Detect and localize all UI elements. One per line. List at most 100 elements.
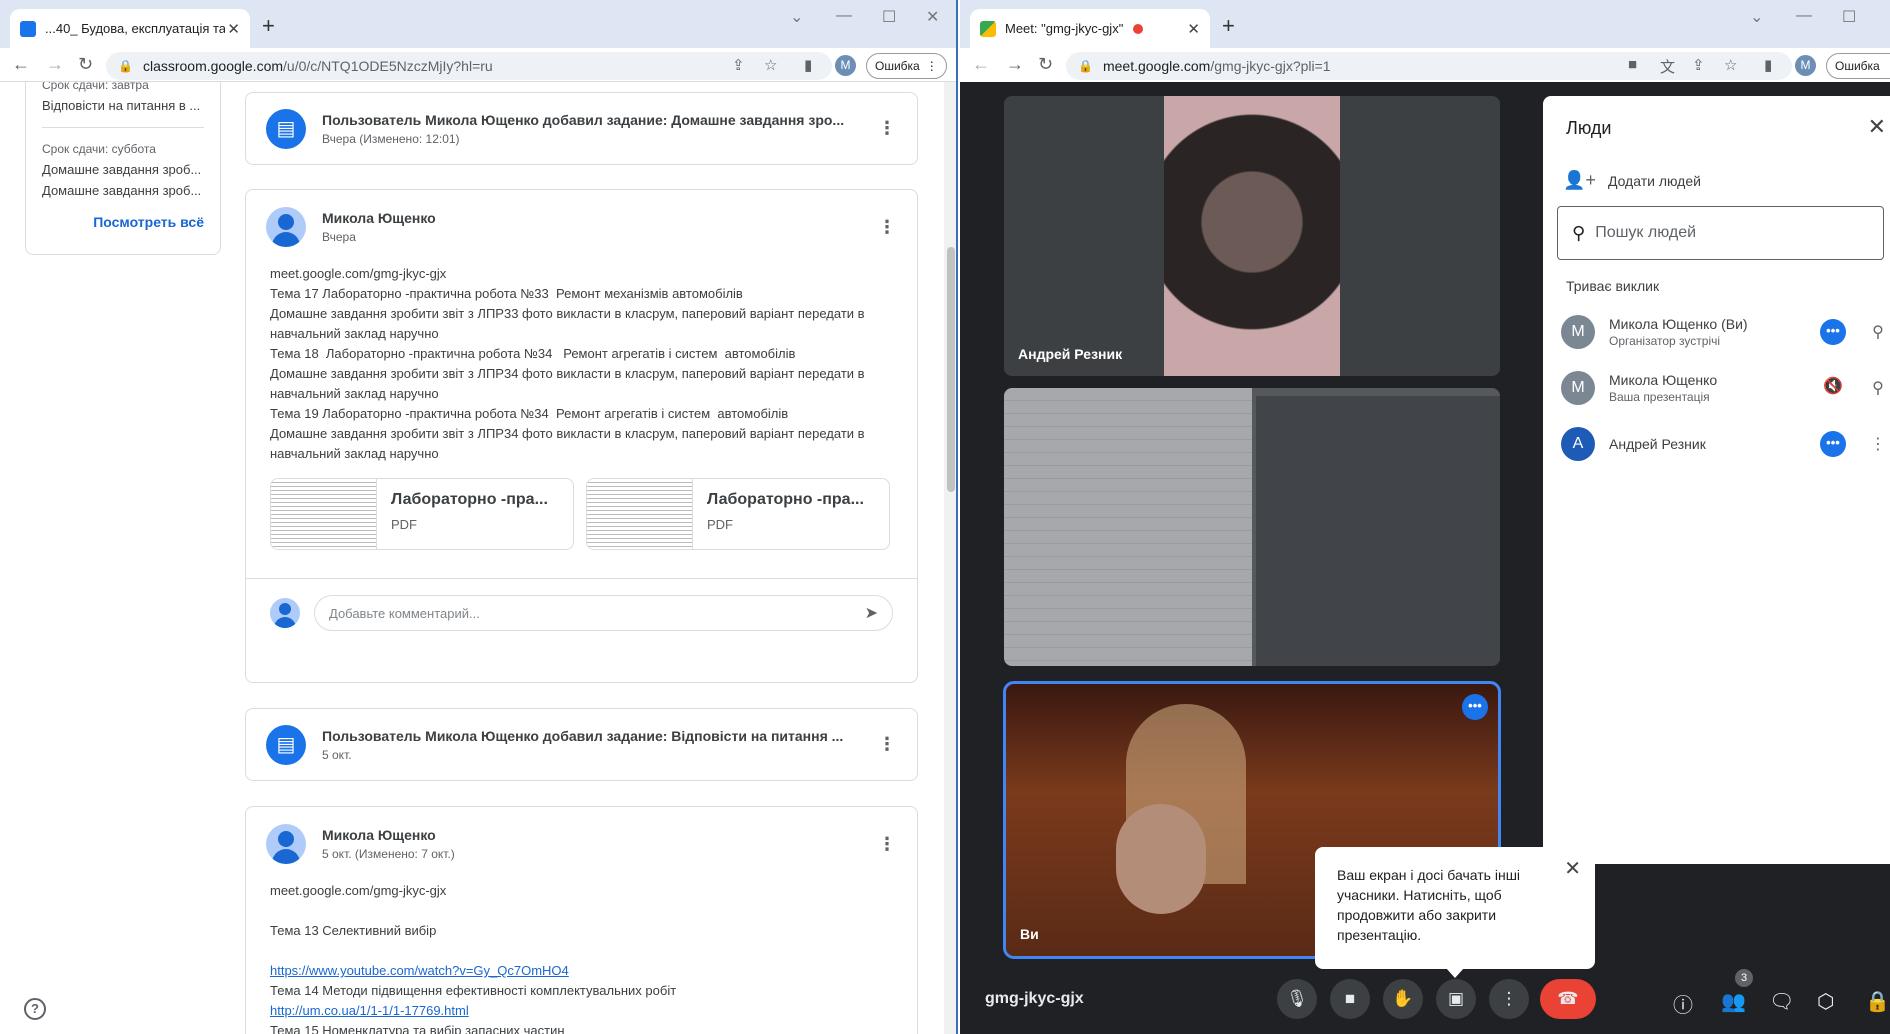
close-icon[interactable]: ✕: [1564, 859, 1581, 879]
minimize-icon[interactable]: —: [836, 7, 852, 25]
back-icon[interactable]: ←: [12, 54, 30, 75]
presentation-toast: Ваш екран і досі бачать інші учасники. Н…: [1315, 847, 1595, 978]
share-icon[interactable]: ⇪: [1692, 56, 1705, 74]
back-icon[interactable]: ←: [972, 54, 990, 75]
forward-icon[interactable]: →: [1006, 54, 1024, 75]
participant-row[interactable]: M Микола Ющенко (Ви) Організатор зустріч…: [1561, 310, 1890, 354]
tab-classroom[interactable]: ...40_ Будова, експлуатація та ре ✕: [10, 9, 250, 48]
search-placeholder: Пошук людей: [1595, 224, 1697, 241]
participant-row[interactable]: A Андрей Резник ••• ⋮: [1561, 422, 1890, 466]
more-options-icon[interactable]: ⋮: [877, 834, 897, 855]
tab-close-icon[interactable]: ✕: [227, 20, 240, 38]
maximize-icon[interactable]: ☐: [1842, 7, 1856, 27]
leave-call-button[interactable]: ☎: [1540, 979, 1596, 1019]
announcement-card: Микола Ющенко 5 окт. (Изменено: 7 окт.) …: [245, 806, 918, 1034]
post-line[interactable]: meet.google.com/gmg-jkyc-gjx: [270, 264, 893, 284]
tab-meet[interactable]: Meet: "gmg-jkyc-gjx" ✕: [970, 9, 1210, 48]
toast-message[interactable]: Ваш екран і досі бачать інші учасники. Н…: [1337, 865, 1557, 945]
chevron-down-icon[interactable]: ⌄: [790, 7, 803, 27]
new-tab-icon[interactable]: +: [1222, 13, 1235, 39]
close-window-icon[interactable]: ✕: [926, 7, 939, 27]
more-options-icon[interactable]: •••: [1462, 694, 1488, 720]
due-item[interactable]: Домашне завдання зроб...: [42, 183, 204, 198]
bookmark-star-icon[interactable]: ☆: [764, 56, 777, 74]
audio-activity-icon: •••: [1820, 431, 1846, 457]
youtube-link[interactable]: https://www.youtube.com/watch?v=Gy_Qc7Om…: [270, 963, 569, 978]
scrollbar-thumb[interactable]: [947, 247, 955, 492]
error-chip[interactable]: Ошибка ⋮: [866, 53, 947, 79]
due-item[interactable]: Відповісти на питання в ...: [42, 98, 204, 113]
more-options-icon[interactable]: ⋮: [877, 217, 897, 238]
maximize-icon[interactable]: ☐: [882, 7, 896, 27]
chevron-down-icon[interactable]: ⌄: [1750, 7, 1763, 27]
more-options-icon[interactable]: ⋮: [877, 734, 897, 755]
reload-icon[interactable]: ↻: [78, 54, 93, 75]
minimize-icon[interactable]: —: [1796, 7, 1812, 25]
pin-icon[interactable]: ⚲: [1866, 378, 1890, 398]
post-line[interactable]: meet.google.com/gmg-jkyc-gjx: [270, 881, 893, 901]
participant-avatar: M: [1561, 371, 1595, 405]
view-all-link[interactable]: Посмотреть всё: [42, 214, 204, 230]
host-controls-icon[interactable]: 🔒: [1865, 989, 1890, 1014]
add-people-label: Додати людей: [1607, 172, 1701, 189]
camera-icon[interactable]: ■: [1330, 979, 1370, 1019]
muted-icon[interactable]: 🔇: [1820, 375, 1846, 401]
pdf-attachment[interactable]: Лабораторно -пра... PDF: [270, 478, 574, 550]
due-label: Срок сдачи: суббота: [42, 142, 156, 156]
translate-icon[interactable]: 文: [1660, 56, 1675, 77]
scrollbar[interactable]: [944, 82, 956, 1034]
send-icon[interactable]: ➤: [865, 603, 878, 623]
side-panel-icon[interactable]: ▮: [804, 56, 812, 74]
camera-permission-icon[interactable]: ■: [1628, 56, 1637, 73]
chat-icon[interactable]: 🗨: [1769, 989, 1794, 1014]
due-item[interactable]: Домашне завдання зроб...: [42, 162, 204, 177]
participant-name: Микола Ющенко: [1609, 372, 1718, 388]
info-icon[interactable]: ⓘ: [1673, 989, 1693, 1018]
pdf-thumbnail: [587, 479, 693, 549]
assignment-icon: ▤: [266, 724, 306, 765]
new-tab-icon[interactable]: +: [262, 13, 275, 39]
error-chip[interactable]: Ошибка ⋮: [1826, 53, 1890, 79]
participant-name: Андрей Резник: [1609, 436, 1706, 452]
pin-icon[interactable]: ⚲: [1866, 322, 1890, 342]
microphone-icon[interactable]: 🎙: [1277, 979, 1317, 1019]
author-name: Микола Ющенко: [322, 210, 436, 226]
more-options-icon[interactable]: ⋮: [1866, 434, 1890, 454]
section-label: Триває виклик: [1566, 278, 1660, 294]
assignment-card[interactable]: ▤ Пользователь Микола Ющенко добавил зад…: [245, 92, 918, 165]
address-bar[interactable]: 🔒 classroom.google.com/u/0/c/NTQ1ODE5Nzc…: [106, 52, 832, 80]
tab-close-icon[interactable]: ✕: [1187, 20, 1200, 38]
share-icon[interactable]: ⇪: [732, 56, 745, 74]
side-panel-icon[interactable]: ▮: [1764, 56, 1772, 74]
people-icon[interactable]: 👥: [1721, 989, 1746, 1014]
forward-icon[interactable]: →: [46, 54, 64, 75]
bookmark-star-icon[interactable]: ☆: [1724, 56, 1737, 74]
more-options-icon[interactable]: ⋮: [1489, 979, 1529, 1019]
help-icon[interactable]: ?: [24, 998, 46, 1020]
more-options-icon[interactable]: ⋮: [877, 118, 897, 139]
close-icon[interactable]: ✕: [1868, 114, 1886, 140]
url-path: /u/0/c/NTQ1ODE5NzczMjIy?hl=ru: [283, 58, 493, 74]
pdf-attachment[interactable]: Лабораторно -пра... PDF: [586, 478, 890, 550]
card-date: 5 окт.: [322, 747, 352, 762]
add-people-button[interactable]: 👤+ Додати людей: [1563, 170, 1701, 191]
assignment-card[interactable]: ▤ Пользователь Микола Ющенко добавил зад…: [245, 708, 918, 781]
comment-row: Добавьте комментарий... ➤: [246, 578, 917, 647]
address-bar[interactable]: 🔒 meet.google.com/gmg-jkyc-gjx?pli=1: [1066, 52, 1792, 80]
tab-strip: Meet: "gmg-jkyc-gjx" ✕ + ⌄ — ☐: [960, 0, 1890, 48]
comment-input[interactable]: Добавьте комментарий... ➤: [314, 595, 893, 631]
participant-tile[interactable]: Андрей Резник: [1004, 96, 1500, 376]
profile-avatar[interactable]: M: [835, 55, 856, 76]
present-screen-icon[interactable]: ▣: [1436, 979, 1476, 1019]
card-title: Пользователь Микола Ющенко добавил задан…: [322, 111, 845, 128]
activities-icon[interactable]: ⬡: [1817, 989, 1834, 1014]
web-link[interactable]: http://um.co.ua/1/1-1/1-17769.html: [270, 1003, 469, 1018]
presentation-tile[interactable]: [1004, 388, 1500, 666]
author-avatar: [266, 207, 306, 247]
meet-favicon-icon: [980, 20, 996, 37]
reload-icon[interactable]: ↻: [1038, 54, 1053, 75]
people-search-input[interactable]: ⚲ Пошук людей: [1557, 206, 1884, 260]
profile-avatar[interactable]: M: [1795, 55, 1816, 76]
raise-hand-icon[interactable]: ✋: [1383, 979, 1423, 1019]
participant-row[interactable]: M Микола Ющенко Ваша презентація 🔇 ⚲: [1561, 366, 1890, 410]
